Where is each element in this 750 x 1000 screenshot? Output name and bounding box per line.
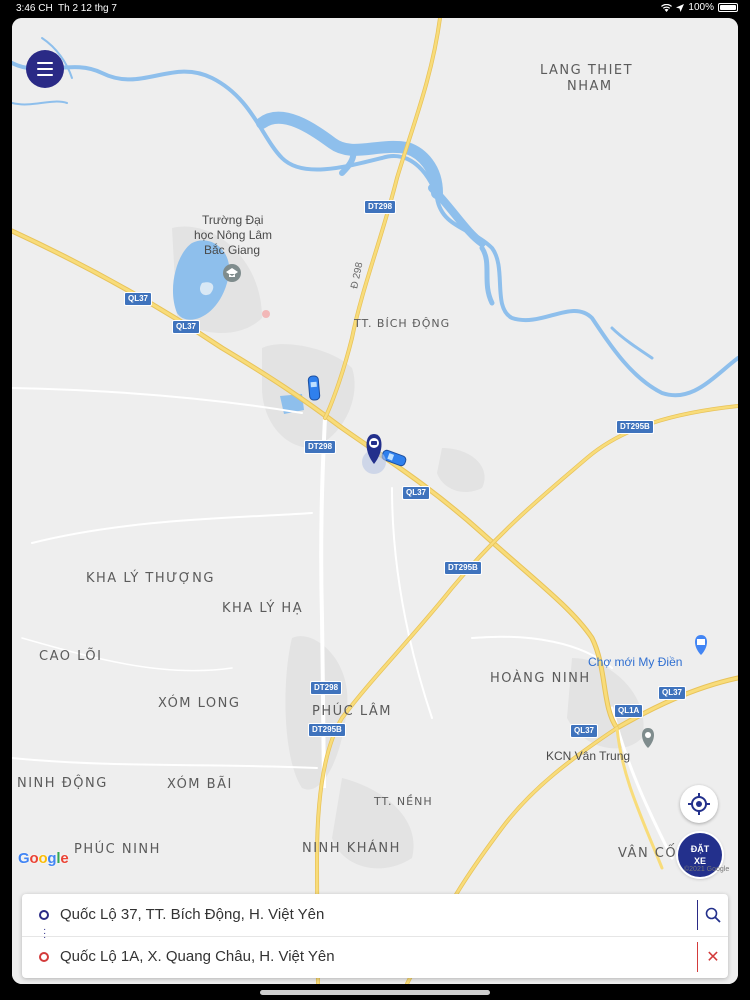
road-shield-ql37: QL37 bbox=[172, 320, 201, 334]
menu-button[interactable] bbox=[26, 50, 64, 88]
area-label-ninh-khanh: NINH KHÁNH bbox=[302, 841, 401, 856]
menu-icon-line bbox=[37, 74, 53, 76]
small-pin-icon bbox=[262, 310, 270, 318]
area-label-cao-loi: CAO LÕI bbox=[39, 649, 103, 664]
map-copyright: ©2021 Google bbox=[684, 866, 730, 873]
road-shield-dt295b: DT295B bbox=[308, 723, 346, 737]
status-bar: 3:46 CH Th 2 12 thg 7 100% bbox=[0, 0, 750, 18]
google-logo-letter: G bbox=[18, 850, 30, 867]
road-shield-dt295b: DT295B bbox=[444, 561, 482, 575]
area-label-ninh-dong: NINH ĐỘNG bbox=[17, 776, 108, 791]
area-label-xom-bai: XÓM BÃI bbox=[167, 777, 233, 792]
battery-percent: 100% bbox=[688, 2, 714, 13]
area-label-tt-nenh: TT. NỀNH bbox=[374, 795, 433, 808]
road-shield-ql37: QL37 bbox=[124, 292, 153, 306]
area-label-xom-long: XÓM LONG bbox=[158, 696, 241, 711]
home-indicator bbox=[260, 990, 490, 995]
crosshair-icon bbox=[688, 793, 710, 815]
close-icon: ✕ bbox=[706, 949, 720, 966]
book-ride-label: ĐẶT XE bbox=[691, 843, 710, 867]
search-button[interactable] bbox=[697, 900, 728, 930]
poi-label-university-2: học Nông Lâm bbox=[194, 228, 273, 242]
book-ride-label-line1: ĐẶT bbox=[690, 844, 710, 854]
area-label-van-co: VÂN CỐ bbox=[618, 846, 678, 861]
google-logo: Google bbox=[18, 850, 69, 867]
road-shield-dt298: DT298 bbox=[304, 440, 337, 454]
clear-destination-button[interactable]: ✕ bbox=[697, 942, 728, 972]
wifi-icon bbox=[661, 3, 673, 12]
university-icon bbox=[223, 264, 241, 282]
poi-label-university-3: Bắc Giang bbox=[204, 243, 261, 257]
area-label-lang-thiet: LANG THIET bbox=[540, 63, 634, 78]
destination-row[interactable]: Quốc Lộ 1A, X. Quang Châu, H. Việt Yên ✕ bbox=[22, 936, 728, 978]
status-date: Th 2 12 thg 7 bbox=[58, 3, 117, 14]
menu-icon-line bbox=[37, 62, 53, 64]
pickup-row[interactable]: Quốc Lộ 37, TT. Bích Động, H. Việt Yên ·… bbox=[22, 894, 728, 943]
map-screen: LANG THIET NHAM TT. BÍCH ĐỘNG KHA LÝ THƯ… bbox=[12, 18, 738, 984]
area-label-nham: NHAM bbox=[567, 79, 613, 94]
road-shield-ql1a: QL1A bbox=[614, 704, 644, 718]
status-time: 3:46 CH bbox=[16, 3, 53, 14]
poi-label-university-1: Trường Đại bbox=[202, 213, 264, 227]
map-canvas[interactable] bbox=[12, 18, 738, 984]
route-panel: Quốc Lộ 37, TT. Bích Động, H. Việt Yên ·… bbox=[22, 894, 728, 978]
road-shield-dt298: DT298 bbox=[364, 200, 397, 214]
area-label-phuc-ninh: PHÚC NINH bbox=[74, 842, 161, 857]
area-label-kha-ly-ha: KHA LÝ HẠ bbox=[222, 601, 304, 616]
destination-address[interactable]: Quốc Lộ 1A, X. Quang Châu, H. Việt Yên bbox=[60, 948, 335, 965]
battery-icon bbox=[718, 3, 738, 12]
car-icon-1 bbox=[307, 375, 321, 401]
road-shield-ql37: QL37 bbox=[658, 686, 687, 700]
road-shield-dt298: DT298 bbox=[310, 681, 343, 695]
road-shield-ql37: QL37 bbox=[402, 486, 431, 500]
destination-dot-icon bbox=[39, 952, 49, 962]
poi-label-market: Chợ mới My Điền bbox=[588, 655, 683, 669]
area-label-hoang-ninh: HOÀNG NINH bbox=[490, 671, 591, 686]
area-label-tt-bich-dong: TT. BÍCH ĐỘNG bbox=[354, 317, 451, 330]
location-arrow-icon bbox=[676, 3, 685, 12]
search-icon bbox=[705, 907, 721, 923]
status-right: 100% bbox=[661, 2, 738, 13]
menu-icon-line bbox=[37, 68, 53, 70]
pickup-dot-icon bbox=[39, 910, 49, 920]
google-logo-letter: e bbox=[60, 850, 69, 867]
poi-label-industrial-zone: KCN Vân Trung bbox=[546, 749, 631, 763]
road-shield-dt295b: DT295B bbox=[616, 420, 654, 434]
area-label-kha-ly-thuong: KHA LÝ THƯỢNG bbox=[86, 571, 215, 586]
area-label-phuc-lam: PHÚC LÂM bbox=[312, 704, 392, 719]
pickup-address[interactable]: Quốc Lộ 37, TT. Bích Động, H. Việt Yên bbox=[60, 906, 324, 923]
my-location-button[interactable] bbox=[680, 785, 718, 823]
road-shield-ql37: QL37 bbox=[570, 724, 599, 738]
